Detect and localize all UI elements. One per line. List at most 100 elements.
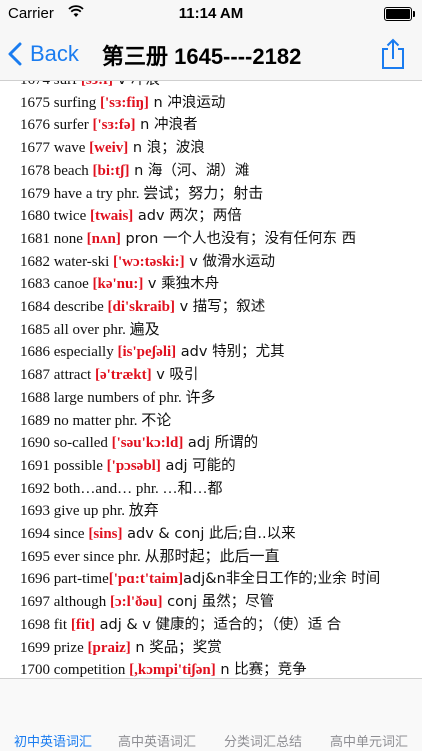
entry-phonetic: ['wɔ:təski:] <box>113 253 185 270</box>
tab-senior-vocabulary[interactable]: 高中英语词汇 <box>118 731 196 750</box>
entry-definition: conj 虽然；尽管 <box>162 594 275 611</box>
entry-phonetic: [twais] <box>89 208 134 225</box>
vocabulary-entry: 1692 both…and… phr. …和…都 <box>20 478 223 500</box>
entry-word: 1694 since <box>20 526 89 542</box>
entry-word: 1693 give up phr. 放弃 <box>20 503 159 520</box>
vocabulary-entry: 1674 surf [sɜ:f] v 冲浪 <box>20 81 160 91</box>
page-title: 第三册 1645----2182 <box>102 44 302 69</box>
entry-phonetic: [is'peʃəli] <box>117 344 177 361</box>
entry-word: 1698 fit <box>20 616 71 633</box>
vocabulary-list[interactable]: 1674 surf [sɜ:f] v 冲浪1675 surfing ['sɜ:f… <box>0 81 422 678</box>
navigation-bar: Back 第三册 1645----2182 <box>0 28 422 81</box>
entry-phonetic: [ɔ:l'ðəu] <box>110 594 163 611</box>
tab-category-summary[interactable]: 分类词汇总结 <box>224 731 302 750</box>
vocabulary-entry: 1699 prize [praiz] n 奖品；奖赏 <box>20 637 222 659</box>
entry-definition: pron 一个人也没有；没有任何东 西 <box>120 230 357 247</box>
entry-word: 1696 part-time <box>20 571 109 588</box>
vocabulary-entry: 1691 possible ['pɔsəbl] adj 可能的 <box>20 455 236 477</box>
vocabulary-entry: 1687 attract [ə'trækt] v 吸引 <box>20 364 198 386</box>
entry-phonetic: ['pɑ:t'taim] <box>108 571 184 588</box>
entry-word: 1677 wave <box>20 140 90 157</box>
entry-phonetic: ['pɔsəbl] <box>106 457 161 474</box>
entry-word: 1681 none <box>20 230 87 247</box>
entry-phonetic: [weiv] <box>89 140 129 157</box>
entry-word: 1679 have a try phr. 尝试；努力；射击 <box>20 185 264 202</box>
entry-word: 1675 surfing <box>20 94 100 111</box>
vocabulary-entry: 1690 so-called ['səu'kɔ:ld] adj 所谓的 <box>20 432 258 454</box>
entry-word: 1687 attract <box>20 367 95 384</box>
entry-phonetic: [sɜ:f] <box>81 81 113 88</box>
vocabulary-entry: 1686 especially [is'peʃəli] adv 特别；尤其 <box>20 341 285 363</box>
entry-word: 1680 twice <box>20 208 90 225</box>
entry-definition: v 乘独木舟 <box>143 276 220 293</box>
entry-word: 1692 both…and… phr. …和…都 <box>20 480 223 497</box>
tab-bar: 初中英语词汇 高中英语词汇 分类词汇总结 高中单元词汇 <box>0 678 422 751</box>
entry-phonetic: [nʌn] <box>86 230 121 247</box>
entry-word: 1682 water-ski <box>20 253 114 270</box>
vocabulary-entry: 1675 surfing ['sɜ:fiŋ] n 冲浪运动 <box>20 92 225 114</box>
entry-phonetic: ['səu'kɔ:ld] <box>111 435 184 452</box>
entry-word: 1689 no matter phr. 不论 <box>20 412 172 429</box>
vocabulary-entry: 1676 surfer ['sɜ:fə] n 冲浪者 <box>20 114 197 136</box>
vocabulary-entry: 1700 competition [,kɔmpi'tiʃən] n 比赛；竞争 <box>20 659 307 678</box>
vocabulary-entry: 1680 twice [twais] adv 两次；两倍 <box>20 205 242 227</box>
entry-word: 1683 canoe <box>20 276 93 293</box>
chevron-left-icon <box>8 42 22 66</box>
entry-word: 1700 competition <box>20 662 130 678</box>
vocabulary-entry: 1688 large numbers of phr. 许多 <box>20 387 216 409</box>
vocabulary-entry: 1689 no matter phr. 不论 <box>20 410 171 432</box>
status-bar: Carrier 11:14 AM <box>0 0 422 28</box>
entry-word: 1688 large numbers of phr. 许多 <box>20 389 216 406</box>
vocabulary-entry: 1695 ever since phr. 从那时起；此后一直 <box>20 546 280 568</box>
vocabulary-entry: 1685 all over phr. 遍及 <box>20 319 160 341</box>
entry-phonetic: ['sɜ:fə] <box>92 117 136 134</box>
entry-phonetic: [ə'trækt] <box>94 367 152 384</box>
entry-definition: adv 特别；尤其 <box>176 344 285 361</box>
entry-phonetic: [,kɔmpi'tiʃən] <box>129 662 216 678</box>
vocabulary-entry: 1694 since [sins] adv & conj 此后;自..以来 <box>20 523 296 545</box>
vocabulary-entry: 1678 beach [bi:tʃ] n 海（河、湖）滩 <box>20 160 249 182</box>
entry-word: 1678 beach <box>20 162 93 179</box>
entry-definition: n 浪；波浪 <box>128 140 205 157</box>
entry-phonetic: [sins] <box>88 526 123 542</box>
vocabulary-entry: 1698 fit [fit] adj & v 健康的；适合的；（使）适 合 <box>20 614 341 636</box>
share-icon[interactable] <box>380 38 406 70</box>
back-button[interactable]: Back <box>8 36 79 72</box>
entry-definition: adj & v 健康的；适合的；（使）适 合 <box>95 616 342 633</box>
entry-word: 1676 surfer <box>20 117 93 134</box>
entry-word: 1685 all over phr. 遍及 <box>20 321 160 338</box>
entry-definition: n 冲浪运动 <box>148 94 226 111</box>
entry-phonetic: [bi:tʃ] <box>92 162 130 179</box>
entry-phonetic: [di'skraib] <box>107 299 175 315</box>
vocabulary-entry: 1677 wave [weiv] n 浪；波浪 <box>20 137 205 159</box>
vocabulary-entry: 1679 have a try phr. 尝试；努力；射击 <box>20 183 263 205</box>
vocabulary-entry: 1697 although [ɔ:l'ðəu] conj 虽然；尽管 <box>20 591 274 613</box>
entry-definition: v 描写；叙述 <box>175 299 266 315</box>
entry-definition: v 冲浪 <box>113 81 160 88</box>
entry-phonetic: [kə'nu:] <box>92 276 144 293</box>
tab-junior-vocabulary[interactable]: 初中英语词汇 <box>14 731 92 750</box>
entry-definition: v 吸引 <box>151 367 199 384</box>
entry-word: 1674 surf <box>20 81 81 88</box>
entry-definition: n 冲浪者 <box>135 117 198 134</box>
entry-word: 1686 especially <box>20 344 118 361</box>
entry-definition: adj 所谓的 <box>183 435 259 452</box>
entry-definition: adj 可能的 <box>160 457 236 474</box>
back-label: Back <box>30 41 79 66</box>
vocabulary-entry: 1693 give up phr. 放弃 <box>20 500 159 522</box>
entry-phonetic: [fit] <box>70 616 95 633</box>
vocabulary-entry: 1682 water-ski ['wɔ:təski:] v 做滑水运动 <box>20 251 275 273</box>
status-time: 11:14 AM <box>178 5 244 22</box>
entry-word: 1697 although <box>20 594 110 611</box>
vocabulary-entry: 1684 describe [di'skraib] v 描写；叙述 <box>20 296 265 318</box>
vocabulary-entry: 1696 part-time['pɑ:t'taim]adj&n非全日工作的;业余… <box>20 568 380 590</box>
tab-senior-unit-vocabulary[interactable]: 高中单元词汇 <box>330 731 408 750</box>
entry-word: 1699 prize <box>20 639 88 656</box>
vocabulary-entry: 1681 none [nʌn] pron 一个人也没有；没有任何东 西 <box>20 228 356 250</box>
vocabulary-entry: 1683 canoe [kə'nu:] v 乘独木舟 <box>20 273 219 295</box>
entry-definition: n 比赛；竞争 <box>215 662 307 678</box>
entry-word: 1695 ever since phr. 从那时起；此后一直 <box>20 548 280 565</box>
entry-definition: adv 两次；两倍 <box>133 208 242 225</box>
entry-definition: adj&n非全日工作的;业余 时间 <box>183 571 381 588</box>
entry-word: 1684 describe <box>20 299 108 315</box>
